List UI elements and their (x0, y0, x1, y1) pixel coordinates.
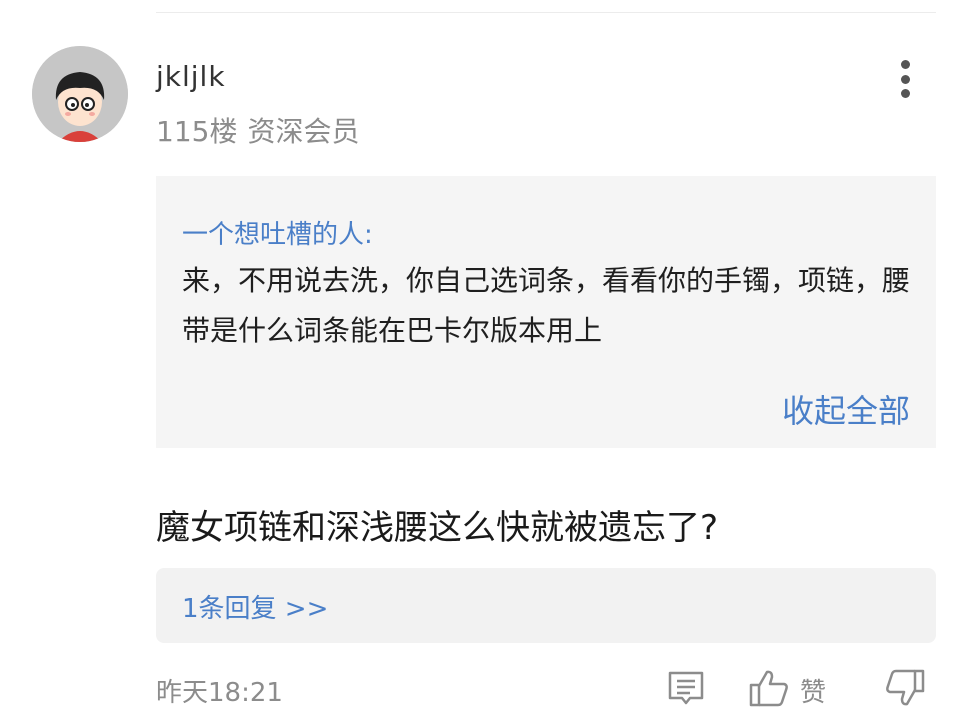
replies-button[interactable]: 1条回复 >> (156, 568, 936, 643)
thumbs-up-icon (749, 670, 788, 707)
more-vertical-icon (900, 74, 910, 84)
quote-author[interactable]: 一个想吐槽的人: (182, 214, 373, 251)
collapse-button[interactable]: 收起全部 (782, 386, 910, 432)
member-rank: 资深会员 (247, 115, 360, 148)
more-vertical-icon (900, 89, 910, 98)
replies-label: 1条回复 >> (182, 594, 329, 624)
more-options-button[interactable] (888, 56, 922, 102)
post-meta: 115楼 资深会员 (156, 110, 359, 150)
more-vertical-icon (900, 60, 910, 69)
comment-icon (668, 671, 704, 705)
cartoon-avatar-icon (32, 46, 128, 142)
avatar[interactable] (32, 46, 128, 142)
like-button[interactable] (748, 668, 790, 712)
floor-number: 115楼 (156, 115, 238, 148)
quoted-comment: 一个想吐槽的人: 来，不用说去洗，你自己选词条，看看你的手镯，项链，腰带是什么词… (156, 176, 936, 448)
like-label[interactable]: 赞 (800, 672, 826, 709)
thumbs-down-icon (886, 669, 925, 706)
comment-text: 魔女项链和深浅腰这么快就被遗忘了? (156, 508, 719, 548)
username[interactable]: jkljlk (156, 60, 226, 93)
post-time: 昨天18:21 (156, 678, 283, 708)
quote-text: 来，不用说去洗，你自己选词条，看看你的手镯，项链，腰带是什么词条能在巴卡尔版本用… (182, 264, 911, 347)
top-divider (156, 12, 936, 13)
dislike-button[interactable] (884, 668, 926, 712)
comment-button[interactable] (666, 668, 706, 712)
